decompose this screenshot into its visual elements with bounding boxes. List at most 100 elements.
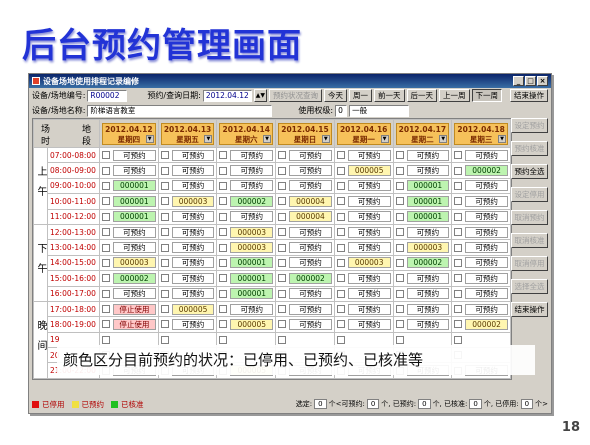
select-checkbox[interactable] [454,289,463,298]
select-checkbox[interactable] [454,212,463,221]
slot-status[interactable]: 可预约 [171,257,215,269]
slot-status[interactable]: 可预约 [113,242,156,254]
select-checkbox[interactable] [160,258,169,267]
slot-status[interactable]: 可预约 [406,165,450,177]
schedule-cell[interactable]: 可预约 [157,146,218,164]
select-checkbox[interactable] [454,258,463,267]
equip-id-field[interactable]: R00002 [87,89,128,102]
slot-status[interactable]: 000002 [406,257,450,269]
equip-name-field[interactable]: 阶梯语言教室 [87,104,273,117]
slot-status[interactable]: 000001 [406,211,450,223]
slot-status[interactable]: 000003 [406,242,450,254]
slot-status[interactable]: 000005 [347,165,391,177]
slot-status[interactable]: 000004 [289,195,332,207]
slot-status[interactable]: 停止使用 [113,303,156,315]
chevron-down-icon[interactable]: ▼ [263,134,272,143]
select-checkbox[interactable] [219,151,228,160]
select-checkbox[interactable] [278,151,287,160]
slot-status[interactable]: 可预约 [171,318,215,330]
slot-status[interactable]: 可预约 [347,211,391,223]
schedule-cell[interactable]: 可预约 [99,146,159,164]
schedule-cell[interactable]: 000003 [216,239,277,256]
schedule-cell[interactable]: 可预约 [157,316,218,333]
schedule-cell[interactable]: 可预约 [275,285,335,302]
next-day-button[interactable]: 后一天 [406,89,437,102]
select-checkbox[interactable] [336,181,345,190]
slot-status[interactable]: 000003 [230,226,274,238]
slot-status[interactable]: 可预约 [171,180,215,192]
select-checkbox[interactable] [395,181,404,190]
schedule-cell[interactable]: 可预约 [275,239,335,256]
select-checkbox[interactable] [102,289,110,298]
select-checkbox[interactable] [102,181,110,190]
today-button[interactable]: 今天 [324,89,347,102]
select-checkbox[interactable] [219,166,228,175]
select-checkbox[interactable] [395,274,404,283]
chevron-down-icon[interactable]: ▼ [498,134,506,143]
select-checkbox[interactable] [395,305,404,314]
slot-status[interactable]: 可预约 [406,226,450,238]
select-checkbox[interactable] [219,335,228,344]
schedule-cell[interactable]: 000002 [451,162,511,179]
select-checkbox[interactable] [395,166,404,175]
slot-status[interactable]: 可预约 [289,303,332,315]
slot-status[interactable]: 可预约 [465,242,508,254]
select-checkbox[interactable] [102,197,110,206]
slot-status[interactable]: 可预约 [465,149,508,161]
schedule-cell[interactable]: 可预约 [451,254,511,272]
schedule-cell[interactable]: 可预约 [392,316,453,333]
select-checkbox[interactable] [102,243,110,252]
slot-status[interactable]: 可预约 [347,318,391,330]
slot-status[interactable]: 可预约 [347,272,391,284]
schedule-cell[interactable]: 000001 [392,193,453,210]
side-button[interactable]: 设定停用 [511,187,548,202]
select-checkbox[interactable] [160,320,169,329]
slot-status[interactable]: 可预约 [289,318,332,330]
date-column-header[interactable]: 2012.04.12 星期四 ▼ [99,119,159,148]
slot-status[interactable]: 可预约 [347,226,391,238]
select-checkbox[interactable] [336,166,345,175]
slot-status[interactable]: 000001 [113,211,156,223]
select-checkbox[interactable] [278,212,287,221]
date-column-header[interactable]: 2012.04.16 星期一 ▼ [333,119,394,148]
slot-status[interactable]: 000005 [171,303,215,315]
select-checkbox[interactable] [219,212,228,221]
select-checkbox[interactable] [395,228,404,237]
slot-status[interactable]: 000005 [230,318,274,330]
slot-status[interactable]: 000002 [465,165,508,177]
select-checkbox[interactable] [219,197,228,206]
slot-status[interactable] [465,334,508,346]
schedule-cell[interactable]: 可预约 [392,285,453,302]
close-operation-button[interactable]: 结束操作 [510,89,548,102]
slot-status[interactable]: 可预约 [347,180,391,192]
slot-status[interactable]: 可预约 [465,257,508,269]
schedule-cell[interactable]: 可预约 [392,270,453,287]
slot-status[interactable]: 000002 [113,272,156,284]
schedule-cell[interactable]: 可预约 [99,285,159,302]
slot-status[interactable]: 可预约 [171,272,215,284]
schedule-cell[interactable]: 000002 [451,316,511,333]
slot-status[interactable]: 可预约 [347,288,391,300]
schedule-cell[interactable]: 可预约 [216,177,277,195]
schedule-cell[interactable]: 000003 [99,254,159,272]
select-checkbox[interactable] [160,166,169,175]
prev-week-button[interactable]: 上一周 [439,89,470,102]
slot-status[interactable]: 可预约 [465,288,508,300]
select-checkbox[interactable] [395,197,404,206]
schedule-cell[interactable]: 可预约 [333,146,394,164]
slot-status[interactable] [289,334,332,346]
date-column-header[interactable]: 2012.04.17 星期二 ▼ [392,119,453,148]
slot-status[interactable]: 000001 [113,195,156,207]
schedule-cell[interactable]: 可预约 [392,162,453,179]
schedule-cell[interactable]: 可预约 [333,239,394,256]
schedule-cell[interactable]: 可预约 [451,223,511,241]
select-checkbox[interactable] [454,151,463,160]
slot-status[interactable]: 可预约 [113,149,156,161]
select-checkbox[interactable] [278,289,287,298]
slot-status[interactable]: 可预约 [465,303,508,315]
side-button[interactable]: 取消停用 [511,256,548,271]
select-checkbox[interactable] [102,166,110,175]
slot-status[interactable]: 000001 [230,272,274,284]
minimize-button[interactable]: _ [513,76,524,86]
select-checkbox[interactable] [336,305,345,314]
